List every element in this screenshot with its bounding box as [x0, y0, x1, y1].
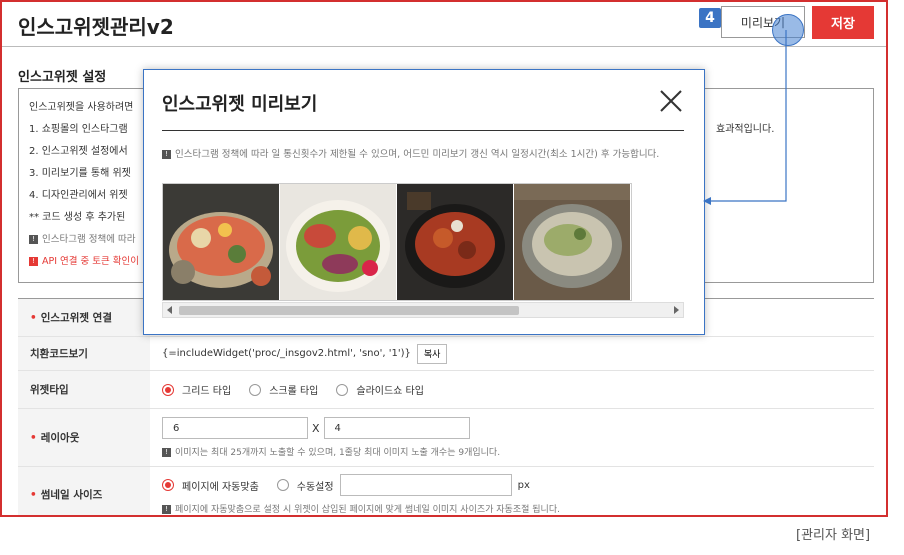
- modal-title: 인스고위젯 미리보기: [162, 94, 318, 115]
- scroll-thumb[interactable]: [179, 306, 519, 315]
- thumb-size-input[interactable]: [339, 474, 512, 496]
- form-row-code: 치환코드보기 {=includeWidget('proc/_insgov2.ht…: [18, 337, 874, 371]
- warning-icon: !: [29, 235, 38, 244]
- type-options: 그리드 타입 스크롤 타입 슬라이드쇼 타입: [162, 382, 874, 397]
- radio-scroll[interactable]: [249, 383, 262, 396]
- type-value-cell: 그리드 타입 스크롤 타입 슬라이드쇼 타입: [150, 371, 874, 408]
- layout-value-cell: X ! 이미지는 최대 25개까지 노출할 수 있으며, 1줄당 최대 이미지 노…: [150, 409, 874, 466]
- food-photo-stirfry: [397, 184, 513, 300]
- save-button[interactable]: 저장: [812, 6, 874, 39]
- code-line: {=includeWidget('proc/_insgov2.html', 's…: [162, 343, 874, 364]
- info-icon: !: [162, 505, 171, 514]
- code-value-cell: {=includeWidget('proc/_insgov2.html', 's…: [150, 337, 874, 370]
- thumb-label-cell: • 썸네일 사이즈: [18, 467, 150, 515]
- food-photo-noodles: [514, 184, 630, 300]
- option-auto-fit: 페이지에 자동맞춤: [182, 481, 259, 493]
- info-tail-text: 효과적입니다.: [716, 124, 775, 135]
- info-warning-text: 인스타그램 정책에 따라: [42, 234, 136, 245]
- thumb-hint: ! 페이지에 자동맞춤으로 설정 시 위젯이 삽입된 페이지에 맞게 썸네일 이미…: [162, 502, 874, 515]
- info-api-warning-text: API 연결 중 토큰 확인이: [42, 256, 140, 267]
- connection-label-cell: • 인스고위젯 연결: [18, 299, 150, 336]
- thumb-value-cell: 페이지에 자동맞춤 수동설정 px ! 페이지에 자동맞춤으로 설정 시 위젯이 …: [150, 467, 874, 515]
- radio-slideshow[interactable]: [336, 383, 349, 396]
- gallery-image[interactable]: [163, 184, 279, 300]
- layout-rows-input[interactable]: [323, 417, 470, 439]
- admin-window: 인스고위젯관리v2 4 미리보기 저장 인스고위젯 설정 인스고위젯을 사용하려…: [0, 0, 888, 517]
- layout-x: X: [312, 421, 320, 435]
- gallery-image[interactable]: [280, 184, 396, 300]
- layout-inputs: X: [162, 417, 874, 439]
- modal-divider: [162, 130, 684, 131]
- thumb-label: 썸네일 사이즈: [40, 489, 103, 501]
- scroll-left-icon[interactable]: [167, 306, 172, 314]
- form-row-layout: •레이아웃 X ! 이미지는 최대 25개까지 노출할 수 있으며, 1줄당 최대…: [18, 409, 874, 467]
- info-icon: !: [162, 448, 171, 457]
- warning-icon: !: [162, 150, 171, 159]
- required-dot: •: [30, 311, 37, 324]
- option-slideshow: 슬라이드쇼 타입: [356, 386, 424, 397]
- layout-hint: ! 이미지는 최대 25개까지 노출할 수 있으며, 1줄당 최대 이미지 노출 …: [162, 445, 874, 458]
- modal-note: ! 인스타그램 정책에 따라 일 통신횟수가 제한될 수 있으며, 어드민 미리보…: [162, 147, 692, 162]
- click-indicator: [772, 14, 804, 46]
- section-title: 인스고위젯 설정: [18, 70, 107, 85]
- layout-label-cell: • 레이아웃: [18, 409, 150, 466]
- layout-label: 레이아웃: [40, 432, 80, 444]
- copy-button[interactable]: 복사: [416, 343, 448, 364]
- option-scroll: 스크롤 타입: [269, 386, 319, 397]
- radio-grid[interactable]: [162, 383, 174, 396]
- connection-label: 인스고위젯 연결: [40, 312, 112, 324]
- gallery-image[interactable]: [397, 184, 513, 300]
- radio-auto-fit[interactable]: [162, 479, 174, 491]
- code-label: 치환코드보기: [18, 337, 150, 370]
- required-dot: •: [30, 431, 37, 444]
- layout-cols-input[interactable]: [162, 417, 308, 439]
- option-grid: 그리드 타입: [182, 386, 232, 397]
- caption: [관리자 화면]: [796, 528, 871, 543]
- form-row-thumbnail: • 썸네일 사이즈 페이지에 자동맞춤 수동설정 px ! 페이지에 자동맞춤으로 …: [18, 467, 874, 515]
- required-dot: •: [30, 488, 37, 501]
- alert-icon: !: [29, 257, 38, 266]
- layout-hint-text: 이미지는 최대 25개까지 노출할 수 있으며, 1줄당 최대 이미지 노출 개…: [175, 448, 501, 458]
- header: 인스고위젯관리v2 4 미리보기 저장: [2, 2, 886, 47]
- page-title: 인스고위젯관리v2: [18, 15, 174, 39]
- radio-manual[interactable]: [276, 479, 289, 491]
- close-icon[interactable]: [658, 88, 684, 114]
- food-photo-poke: [280, 184, 396, 300]
- instagram-gallery: [162, 183, 632, 301]
- thumb-unit: px: [517, 479, 530, 491]
- option-manual: 수동설정: [296, 481, 334, 493]
- scroll-right-icon[interactable]: [674, 306, 679, 314]
- gallery-scrollbar[interactable]: [162, 302, 684, 318]
- code-value: {=includeWidget('proc/_insgov2.html', 's…: [162, 348, 411, 359]
- type-label: 위젯타입: [18, 371, 150, 408]
- thumb-options: 페이지에 자동맞춤 수동설정 px: [162, 474, 874, 496]
- food-photo-seafood: [163, 184, 279, 300]
- form-row-type: 위젯타입 그리드 타입 스크롤 타입 슬라이드쇼 타입: [18, 371, 874, 409]
- modal-note-text: 인스타그램 정책에 따라 일 통신횟수가 제한될 수 있으며, 어드민 미리보기…: [175, 149, 660, 160]
- gallery-image[interactable]: [514, 184, 630, 300]
- step-badge: 4: [699, 8, 721, 28]
- thumb-hint-text: 페이지에 자동맞춤으로 설정 시 위젯이 삽입된 페이지에 맞게 썸네일 이미지…: [175, 505, 560, 515]
- preview-modal: 인스고위젯 미리보기 ! 인스타그램 정책에 따라 일 통신횟수가 제한될 수 있…: [143, 69, 705, 335]
